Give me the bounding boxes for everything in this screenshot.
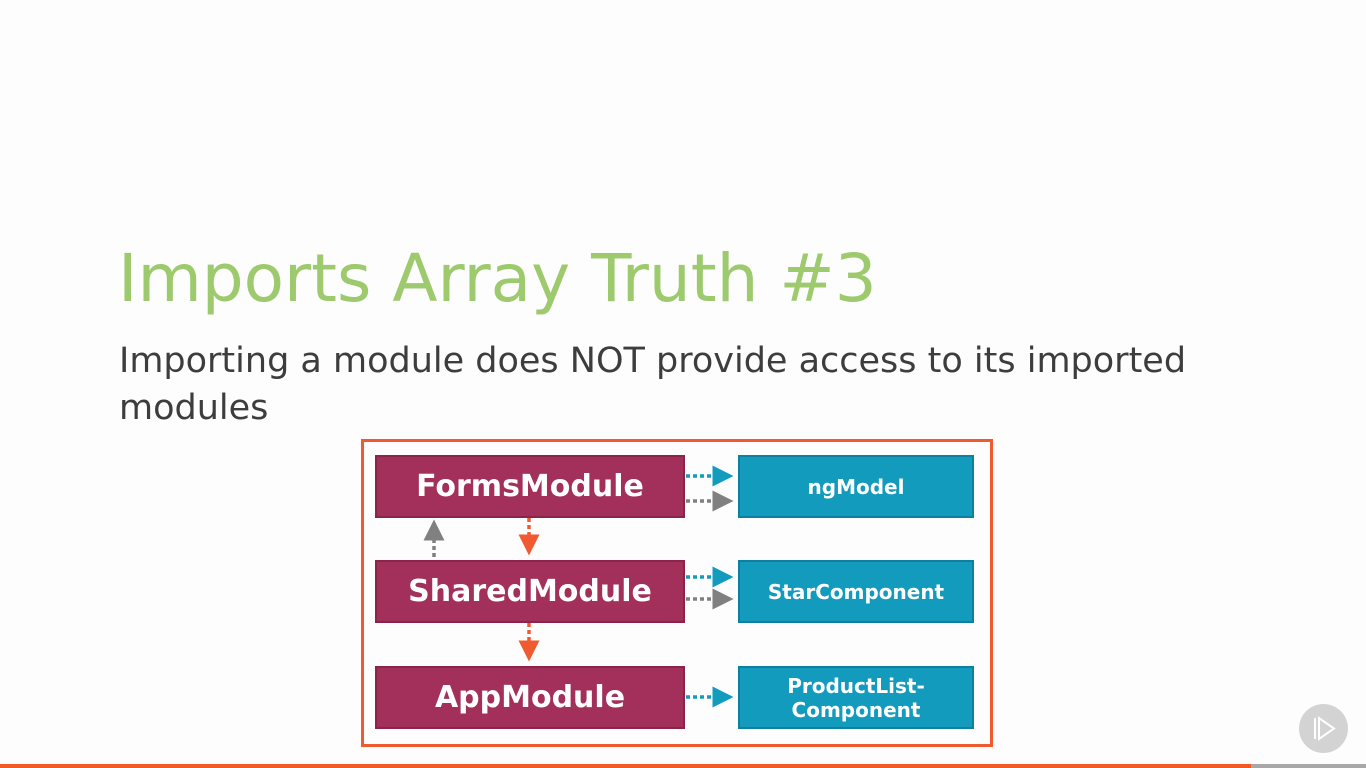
video-progress-bar[interactable] bbox=[0, 764, 1366, 768]
diagram-arrows bbox=[423, 465, 734, 708]
shared-module-box: SharedModule bbox=[375, 560, 685, 623]
video-progress-fill bbox=[0, 764, 1252, 768]
ngmodel-box: ngModel bbox=[738, 455, 974, 518]
app-module-box: AppModule bbox=[375, 666, 685, 729]
forms-module-box: FormsModule bbox=[375, 455, 685, 518]
pluralsight-play-icon[interactable] bbox=[1299, 704, 1348, 753]
product-list-component-box: ProductList- Component bbox=[738, 666, 974, 729]
star-component-box: StarComponent bbox=[738, 560, 974, 623]
